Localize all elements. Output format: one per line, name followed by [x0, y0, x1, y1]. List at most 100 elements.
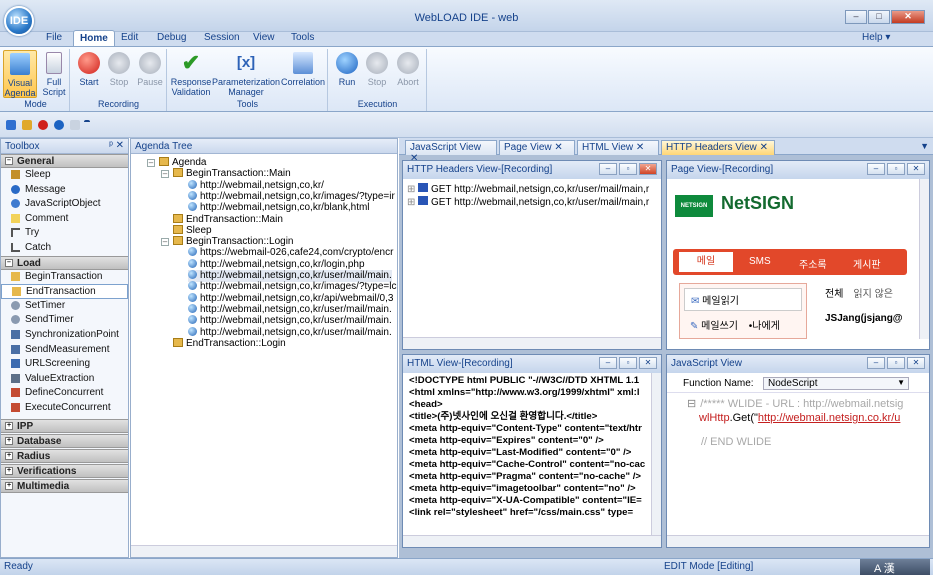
full-script-button[interactable]: Full Script [39, 52, 69, 97]
tab-html-view[interactable]: HTML View ✕ [577, 140, 659, 155]
tree-node[interactable]: Sleep [173, 224, 212, 237]
record-small-icon[interactable] [38, 120, 48, 130]
fold-icon[interactable]: ⊟ [687, 398, 696, 410]
agenda-horizontal-scrollbar[interactable] [131, 545, 397, 557]
tree-node[interactable]: http://webmail,netsign,co,kr/ [188, 179, 324, 192]
visual-agenda-button[interactable]: Visual Agenda [3, 50, 37, 98]
dropdown-icon[interactable]: ▼ [897, 378, 905, 387]
restore-button[interactable]: ▫ [619, 357, 637, 369]
write-mail-button[interactable]: ✎ 메일쓰기 •나에게 [684, 315, 802, 334]
toolbox-item[interactable]: DefineConcurrent [1, 386, 128, 401]
tree-node[interactable]: http://webmail,netsign,co,kr/images/?typ… [188, 281, 396, 293]
tree-node[interactable]: http://webmail,netsign,co,kr/login,php [188, 258, 365, 271]
tree-node[interactable]: http://webmail,netsign,co,kr/blank,html [188, 202, 370, 214]
tab-view[interactable]: View [253, 32, 275, 43]
open-folder-icon[interactable] [22, 120, 32, 130]
tree-node[interactable]: EndTransaction::Login [173, 337, 286, 350]
html-vertical-scrollbar[interactable] [651, 373, 661, 535]
expand-icon[interactable]: ⊞ [407, 184, 415, 195]
collapse-icon[interactable]: – [161, 238, 169, 247]
save-icon[interactable] [6, 120, 16, 130]
toolbox-item[interactable]: ValueExtraction [1, 372, 128, 387]
ime-indicator[interactable]: A 漢 [860, 559, 930, 575]
http-request-row[interactable]: ⊞ GET http://webmail,netsign,co,kr/user/… [407, 196, 657, 209]
restore-button[interactable]: ▫ [887, 163, 905, 175]
category-database[interactable]: + Database [1, 433, 128, 448]
filter-all[interactable]: 전체 읽지 않은 [825, 285, 893, 300]
tree-node[interactable]: BeginTransaction::Login [173, 236, 293, 248]
close-button[interactable]: ✕ [907, 357, 925, 369]
tab-session[interactable]: Session [204, 32, 240, 43]
category-general[interactable]: – General [1, 154, 128, 168]
toolbox-item[interactable]: Message [1, 183, 128, 198]
tree-node[interactable]: BeginTransaction::Main [173, 168, 291, 180]
tree-node[interactable]: http://webmail,netsign,co,kr/api/webmail… [188, 292, 393, 305]
toolbox-item[interactable]: JavaScriptObject [1, 197, 128, 212]
close-button[interactable]: ✕ [907, 163, 925, 175]
tree-node[interactable]: https://webmail-026,cafe24,com/crypto/en… [188, 247, 393, 259]
category-verifications[interactable]: + Verifications [1, 463, 128, 478]
response-validation-button[interactable]: ✔ Response Validation [170, 52, 212, 98]
read-mail-button[interactable]: ✉ 메일읽기 [684, 288, 802, 311]
toolbox-item[interactable]: EndTransaction [1, 284, 128, 299]
start-recording-button[interactable]: Start [75, 52, 103, 87]
toolbox-item[interactable]: SendTimer [1, 313, 128, 328]
minimize-button[interactable]: – [599, 163, 617, 175]
correlation-button[interactable]: Correlation [280, 52, 326, 87]
expand-icon[interactable]: ⊞ [407, 197, 415, 208]
category-load[interactable]: – Load [1, 255, 128, 270]
close-button[interactable]: ✕ [639, 163, 657, 175]
toolbox-item[interactable]: SendMeasurement [1, 343, 128, 358]
http-request-row[interactable]: ⊞ GET http://webmail,netsign,co,kr/user/… [407, 183, 657, 196]
stop-run-button[interactable]: Stop [363, 52, 391, 87]
collapse-icon[interactable]: – [147, 159, 155, 167]
app-logo[interactable]: IDE [4, 6, 34, 36]
toolbox-item[interactable]: SetTimer [1, 299, 128, 314]
tree-node[interactable]: http://webmail,netsign,co,kr/user/mail/m… [188, 270, 392, 282]
maximize-button[interactable]: □ [868, 10, 890, 24]
category-multimedia[interactable]: + Multimedia [1, 478, 128, 493]
html-source[interactable]: <!DOCTYPE html PUBLIC "-//W3C//DTD XHTML… [403, 373, 649, 521]
tab-edit[interactable]: Edit [121, 32, 138, 43]
close-icon[interactable]: ✕ [760, 142, 768, 153]
tree-node[interactable]: Agenda [159, 157, 206, 169]
toolbox-item[interactable]: Try [1, 226, 128, 241]
close-button[interactable]: ✕ [891, 10, 925, 24]
page-tab-board[interactable]: 게시판 [853, 256, 881, 271]
abort-button[interactable]: Abort [393, 52, 423, 87]
toolbox-item[interactable]: ExecuteConcurrent [1, 401, 128, 416]
close-icon[interactable]: ✕ [554, 142, 562, 153]
tab-http-headers-view[interactable]: HTTP Headers View ✕ [661, 140, 775, 155]
tab-file[interactable]: File [46, 32, 62, 43]
tab-list-dropdown-icon[interactable]: ▼ [920, 141, 929, 151]
tree-node[interactable]: http://webmail,netsign,co,kr/user/mail/m… [188, 303, 392, 316]
parameterization-manager-button[interactable]: [x] Parameterization Manager [212, 52, 280, 97]
toolbox-item[interactable]: SynchronizationPoint [1, 328, 128, 343]
collapse-icon[interactable]: – [161, 170, 169, 179]
minimize-button[interactable]: – [867, 163, 885, 175]
tree-node[interactable]: http://webmail,netsign,co,kr/user/mail/m… [188, 326, 392, 339]
minimize-button[interactable]: – [867, 357, 885, 369]
run-button[interactable]: Run [333, 52, 361, 87]
toolbox-item[interactable]: Sleep [1, 168, 128, 183]
customize-toolbar-icon[interactable] [84, 120, 90, 130]
tab-javascript-view[interactable]: JavaScript View ✕ [405, 140, 497, 164]
tree-node[interactable]: http://webmail,netsign,co,kr/user/mail/m… [188, 315, 392, 327]
page-tab-address[interactable]: 주소록 [799, 256, 827, 271]
code-editor[interactable]: ⊟/***** WLIDE - URL : http://webmail.net… [667, 393, 929, 449]
http-horizontal-scrollbar[interactable] [403, 337, 661, 349]
help-menu[interactable]: Help ▾ [862, 32, 890, 43]
function-name-select[interactable]: NodeScript ▼ [763, 377, 909, 390]
js-horizontal-scrollbar[interactable] [667, 535, 929, 547]
toolbox-pin-close[interactable]: ᵖ ✕ [109, 140, 124, 151]
close-icon[interactable]: ✕ [636, 142, 644, 153]
page-vertical-scrollbar[interactable] [919, 179, 929, 339]
tab-page-view[interactable]: Page View ✕ [499, 140, 575, 155]
toolbox-item[interactable]: URLScreening [1, 357, 128, 372]
toolbox-item[interactable]: BeginTransaction [1, 270, 128, 285]
restore-button[interactable]: ▫ [619, 163, 637, 175]
tab-tools[interactable]: Tools [291, 32, 314, 43]
page-tab-mail[interactable]: 메일 [679, 252, 733, 272]
stop-recording-button[interactable]: Stop [105, 52, 133, 87]
category-radius[interactable]: + Radius [1, 448, 128, 463]
